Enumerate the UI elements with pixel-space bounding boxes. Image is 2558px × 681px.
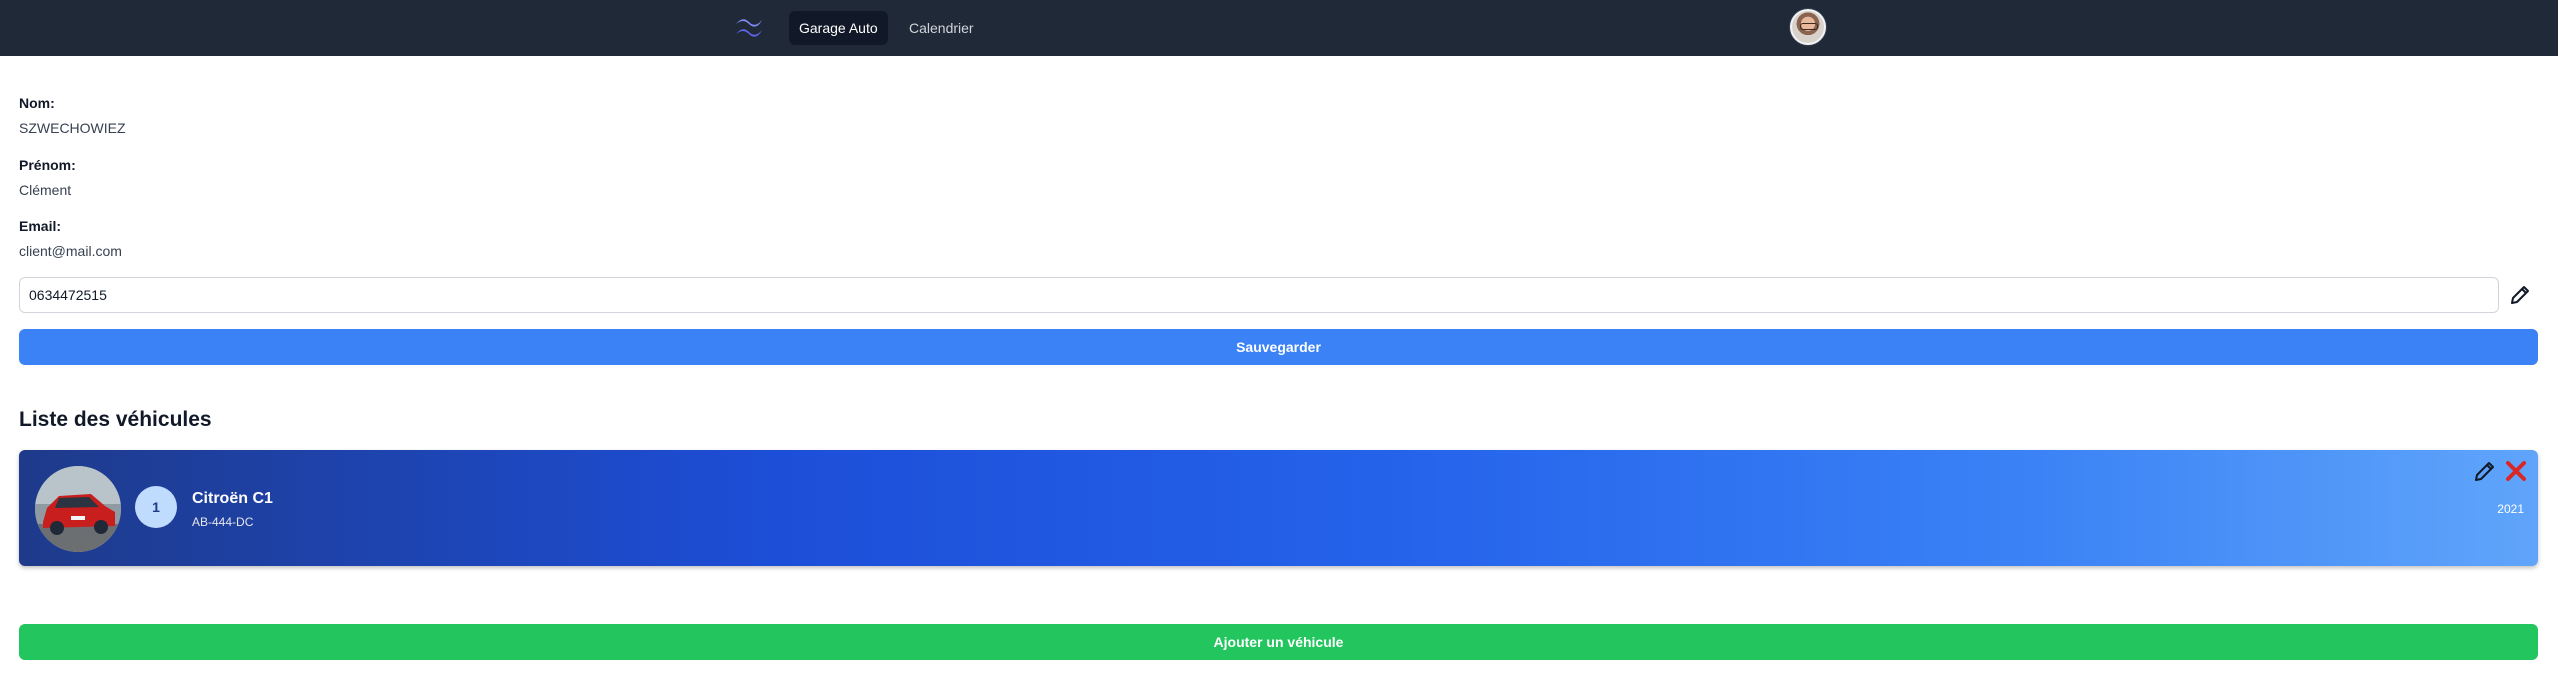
email-label: Email: bbox=[19, 218, 62, 234]
close-icon[interactable] bbox=[2503, 458, 2529, 484]
prenom-value: Clément bbox=[19, 182, 72, 198]
add-vehicle-button[interactable]: Ajouter un véhicule bbox=[19, 624, 2538, 660]
vehicles-section-title: Liste des véhicules bbox=[19, 408, 212, 431]
vehicle-year: 2021 bbox=[2497, 502, 2524, 516]
pencil-icon[interactable] bbox=[2472, 458, 2498, 484]
vehicle-model: Citroën C1 bbox=[192, 490, 273, 507]
prenom-label: Prénom: bbox=[19, 157, 76, 173]
save-button[interactable]: Sauvegarder bbox=[19, 329, 2538, 365]
email-value: client@mail.com bbox=[19, 243, 122, 259]
vehicle-plate: AB-444-DC bbox=[192, 515, 254, 529]
vehicle-index-badge: 1 bbox=[135, 486, 177, 528]
user-avatar[interactable] bbox=[1790, 9, 1826, 45]
phone-input[interactable] bbox=[19, 277, 2499, 313]
nav-garage-auto[interactable]: Garage Auto bbox=[789, 11, 888, 45]
top-navbar: Garage Auto Calendrier bbox=[0, 0, 2558, 56]
tailwind-wave-icon[interactable] bbox=[733, 13, 765, 43]
vehicle-card[interactable]: 1 Citroën C1 AB-444-DC 2021 bbox=[19, 450, 2538, 566]
car-photo bbox=[35, 466, 121, 552]
nom-label: Nom: bbox=[19, 95, 55, 111]
nav-calendrier[interactable]: Calendrier bbox=[899, 11, 984, 45]
nom-value: SZWECHOWIEZ bbox=[19, 120, 126, 136]
pencil-icon[interactable] bbox=[2508, 283, 2532, 307]
